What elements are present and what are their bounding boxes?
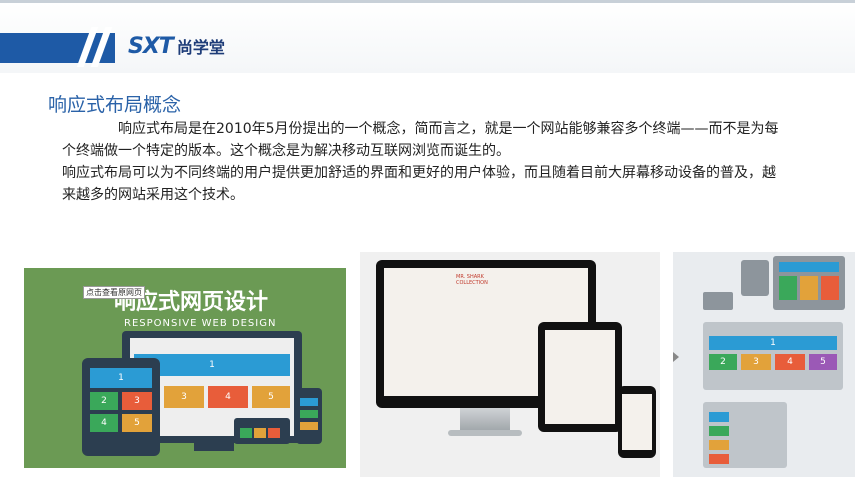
tablet-block-3: 3	[122, 392, 152, 410]
mini-tablet	[741, 260, 769, 296]
rwd-subtitle: RESPONSIVE WEB DESIGN	[124, 318, 277, 329]
tablet-screen	[545, 330, 615, 424]
paragraph-1: 响应式布局是在2010年5月份提出的一个概念，简而言之，就是一个网站能够兼容多个…	[62, 121, 779, 159]
paragraph-2: 响应式布局可以为不同终端的用户提供更加舒适的界面和更好的用户体验，而且随着目前大…	[62, 165, 776, 203]
tab-block	[709, 412, 729, 422]
site-title: MR. SHARK COLLECTION	[456, 274, 488, 286]
tablet-block-5: 5	[122, 414, 152, 432]
diagram-block-3: 3	[741, 354, 771, 370]
diagram-block-4: 4	[775, 354, 805, 370]
slide-body: 响应式布局是在2010年5月份提出的一个概念，简而言之，就是一个网站能够兼容多个…	[62, 118, 782, 206]
tablet-block-2: 2	[90, 392, 118, 410]
mini-block	[779, 262, 839, 272]
next-arrow-icon[interactable]	[673, 352, 679, 362]
diagram-block-5: 5	[809, 354, 837, 370]
phone-block	[300, 410, 318, 418]
mini-phone	[703, 292, 733, 310]
logo-text: 尚学堂	[176, 38, 225, 57]
tab-block	[709, 426, 729, 436]
tablet-block-1: 1	[90, 368, 152, 388]
diagram-block-2: 2	[709, 354, 737, 370]
phone-screen	[622, 394, 652, 450]
imac-base	[448, 430, 522, 436]
monitor-stand	[194, 443, 234, 451]
imac-stand	[460, 408, 510, 432]
tablet-block-4: 4	[90, 414, 118, 432]
monitor-block-5: 5	[252, 386, 290, 408]
landscape-block	[254, 428, 266, 438]
devices-photo: MR. SHARK COLLECTION	[360, 252, 660, 477]
diagram-block-1: 1	[709, 336, 837, 350]
tab-block	[709, 454, 729, 464]
phone-block	[300, 422, 318, 430]
tab-block	[709, 440, 729, 450]
sxt-logo: SXT 尚学堂	[128, 31, 225, 61]
rwd-illustration: 响应式网页设计 RESPONSIVE WEB DESIGN 1 3 4 5 1 …	[24, 268, 346, 468]
mini-block	[800, 276, 818, 300]
logo-mark: SXT	[128, 33, 174, 59]
monitor-block-4: 4	[208, 386, 248, 408]
layout-diagram: 1 2 3 4 5	[673, 252, 855, 477]
landscape-block	[268, 428, 280, 438]
landscape-block	[240, 428, 252, 438]
phone-block	[300, 398, 318, 406]
header-bar: SXT 尚学堂	[0, 0, 855, 73]
mini-block	[821, 276, 839, 300]
mini-block	[779, 276, 797, 300]
slide-title: 响应式布局概念	[48, 94, 182, 116]
monitor-block-3: 3	[164, 386, 204, 408]
view-original-tooltip[interactable]: 点击查看原网页	[83, 286, 145, 299]
